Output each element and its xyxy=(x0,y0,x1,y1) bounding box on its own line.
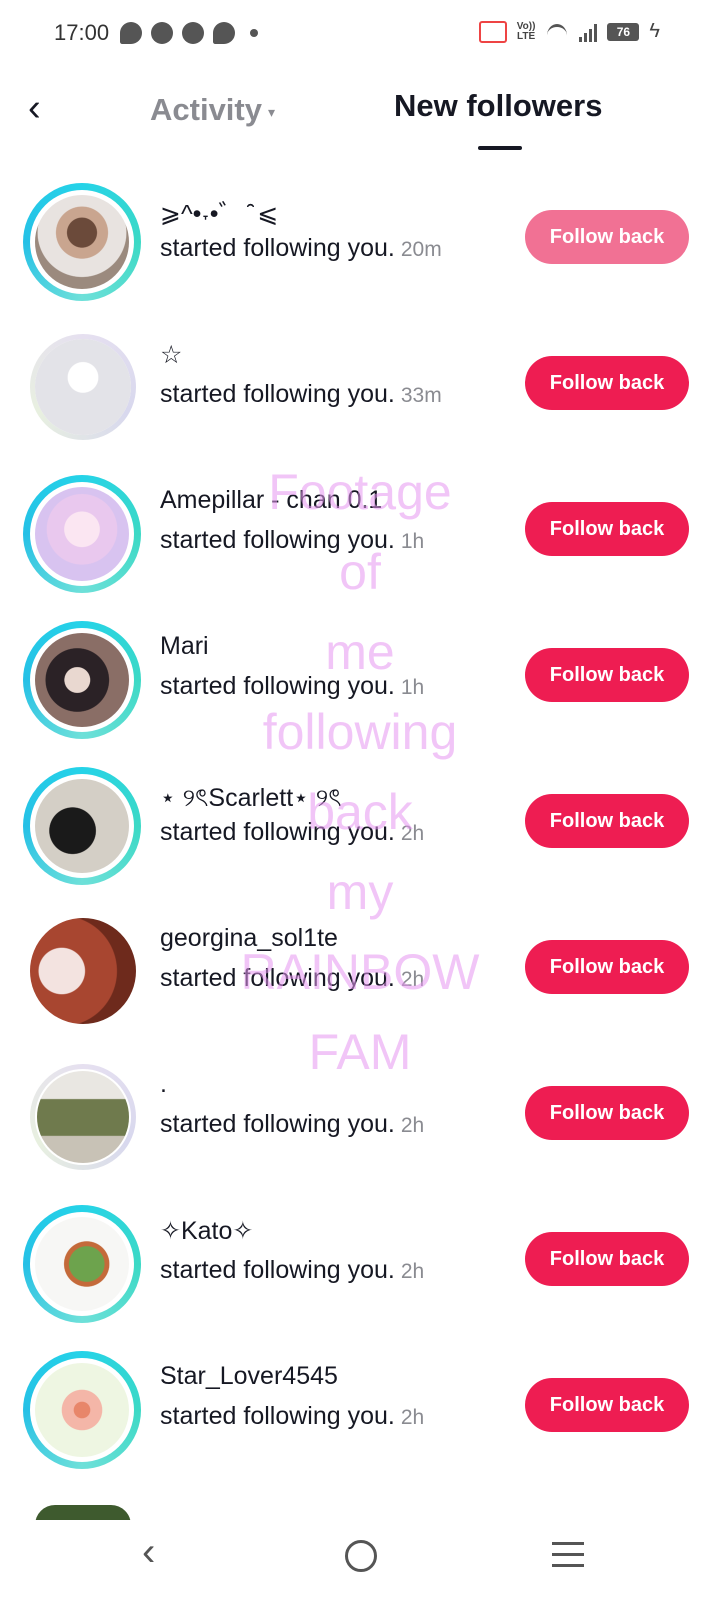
action-text: started following you. xyxy=(160,1402,395,1430)
notification-icons xyxy=(120,22,258,44)
avatar-image xyxy=(35,1217,129,1311)
list-item[interactable]: georgina_sol1te started following you. 2h… xyxy=(0,900,720,1046)
avatar[interactable] xyxy=(30,918,136,1024)
list-item[interactable]: Amepillar - chan 0.1 started following y… xyxy=(0,462,720,608)
action-text: started following you. xyxy=(160,526,395,554)
follower-name[interactable]: Mari xyxy=(160,632,209,661)
action-text: started following you. xyxy=(160,380,395,408)
follower-action: started following you. 2h xyxy=(160,818,424,847)
follow-back-button[interactable]: Follow back xyxy=(525,648,689,702)
list-item[interactable]: ☆ started following you. 33m Follow back xyxy=(0,316,720,462)
follow-back-button[interactable]: Follow back xyxy=(525,210,689,264)
volte-icon: Vo)) LTE xyxy=(516,21,536,42)
follower-action: started following you. 2h xyxy=(160,1256,424,1285)
avatar-image xyxy=(35,633,129,727)
nav-back-icon[interactable]: ‹ xyxy=(142,1530,155,1575)
follower-action: started following you. 2h xyxy=(160,1402,424,1431)
timestamp: 1h xyxy=(400,676,425,699)
avatar-image xyxy=(35,487,129,581)
follower-name[interactable]: georgina_sol1te xyxy=(160,924,338,953)
follow-back-button[interactable]: Follow back xyxy=(525,1232,689,1286)
action-text: started following you. xyxy=(160,964,395,992)
tab-new-followers[interactable]: New followers xyxy=(394,88,602,124)
dot-icon xyxy=(250,29,258,37)
timestamp: 20m xyxy=(400,238,442,261)
avatar-image xyxy=(37,1071,129,1163)
timestamp: 2h xyxy=(400,1114,425,1137)
list-item[interactable]: ⩾^•˕•゛ ̑̑ ⩽ started following you. 20m Fo… xyxy=(0,170,720,316)
chat-bubble-icon xyxy=(213,22,235,44)
back-button[interactable]: ‹ xyxy=(28,89,68,130)
avatar-image xyxy=(35,1363,129,1457)
follow-back-button[interactable]: Follow back xyxy=(525,940,689,994)
avatar-image xyxy=(35,195,129,289)
timestamp: 2h xyxy=(400,1260,425,1283)
nav-home-icon[interactable] xyxy=(345,1540,377,1572)
discord-icon xyxy=(151,22,173,44)
signal-icon xyxy=(579,22,598,42)
follower-action: started following you. 20m xyxy=(160,234,442,263)
wifi-icon xyxy=(545,22,569,42)
follower-name[interactable]: Amepillar - chan 0.1 xyxy=(160,486,382,515)
system-icons: Vo)) LTE 76 ϟ xyxy=(478,20,660,43)
avatar-image xyxy=(30,918,136,1024)
volte-bottom-text: LTE xyxy=(516,30,536,42)
avatar[interactable] xyxy=(23,183,141,301)
default-avatar-icon xyxy=(35,339,131,435)
timestamp: 1h xyxy=(400,530,425,553)
list-item[interactable]: Star_Lover4545 started following you. 2h … xyxy=(0,1338,720,1484)
action-text: started following you. xyxy=(160,1110,395,1138)
avatar-image xyxy=(35,779,129,873)
follower-action: started following you. 33m xyxy=(160,380,442,409)
action-text: started following you. xyxy=(160,1256,395,1284)
facebook-icon xyxy=(182,22,204,44)
battery-icon: 76 xyxy=(607,22,640,41)
timestamp: 2h xyxy=(400,822,425,845)
action-text: started following you. xyxy=(160,234,395,262)
follower-name[interactable]: ⩾^•˕•゛ ̑̑ ⩽ xyxy=(160,194,278,230)
follow-back-button[interactable]: Follow back xyxy=(525,794,689,848)
follower-action: started following you. 2h xyxy=(160,964,424,993)
avatar[interactable] xyxy=(23,475,141,593)
header: ‹ Activity ▾ New followers xyxy=(0,70,720,160)
follower-action: started following you. 1h xyxy=(160,672,424,701)
charging-icon: ϟ xyxy=(649,20,660,42)
follower-action: started following you. 2h xyxy=(160,1110,424,1139)
status-bar: 17:00 Vo)) LTE 76 ϟ xyxy=(0,0,720,70)
messenger-icon xyxy=(120,22,142,44)
timestamp: 33m xyxy=(400,384,442,407)
follower-action: started following you. 1h xyxy=(160,526,424,555)
follow-back-button[interactable]: Follow back xyxy=(525,502,689,556)
avatar[interactable] xyxy=(23,1205,141,1323)
avatar[interactable] xyxy=(23,767,141,885)
chevron-down-icon: ▾ xyxy=(267,103,276,120)
navigation-bar: ‹ xyxy=(0,1520,720,1600)
action-text: started following you. xyxy=(160,672,395,700)
active-tab-indicator xyxy=(478,146,522,150)
list-item[interactable]: ⋆ ୨ৎScarlett⋆ ୨ৎ started following you. 2… xyxy=(0,754,720,900)
tab-activity[interactable]: Activity ▾ xyxy=(150,92,275,128)
list-item[interactable]: Mari started following you. 1h Follow bac… xyxy=(0,608,720,754)
timestamp: 2h xyxy=(400,968,425,991)
follower-name[interactable]: ✧Kato✧ xyxy=(160,1216,253,1246)
status-time: 17:00 xyxy=(54,20,110,45)
avatar[interactable] xyxy=(30,1064,136,1170)
follower-name[interactable]: ⋆ ୨ৎScarlett⋆ ୨ৎ xyxy=(160,778,342,821)
follower-name[interactable]: ☆ xyxy=(160,340,182,370)
avatar[interactable] xyxy=(23,1351,141,1469)
nav-menu-icon[interactable] xyxy=(552,1542,584,1575)
list-item[interactable]: . started following you. 2h Follow back xyxy=(0,1046,720,1192)
action-text: started following you. xyxy=(160,818,395,846)
follow-back-button[interactable]: Follow back xyxy=(525,1086,689,1140)
follow-back-button[interactable]: Follow back xyxy=(525,1378,689,1432)
cast-icon xyxy=(478,20,507,43)
follower-name[interactable]: Star_Lover4545 xyxy=(160,1362,338,1391)
avatar[interactable] xyxy=(30,334,136,440)
tab-activity-label: Activity xyxy=(150,92,262,127)
list-item[interactable]: ✧Kato✧ started following you. 2h Follow b… xyxy=(0,1192,720,1338)
timestamp: 2h xyxy=(400,1406,425,1429)
follow-back-button[interactable]: Follow back xyxy=(525,356,689,410)
follower-name[interactable]: . xyxy=(160,1070,167,1099)
avatar[interactable] xyxy=(23,621,141,739)
